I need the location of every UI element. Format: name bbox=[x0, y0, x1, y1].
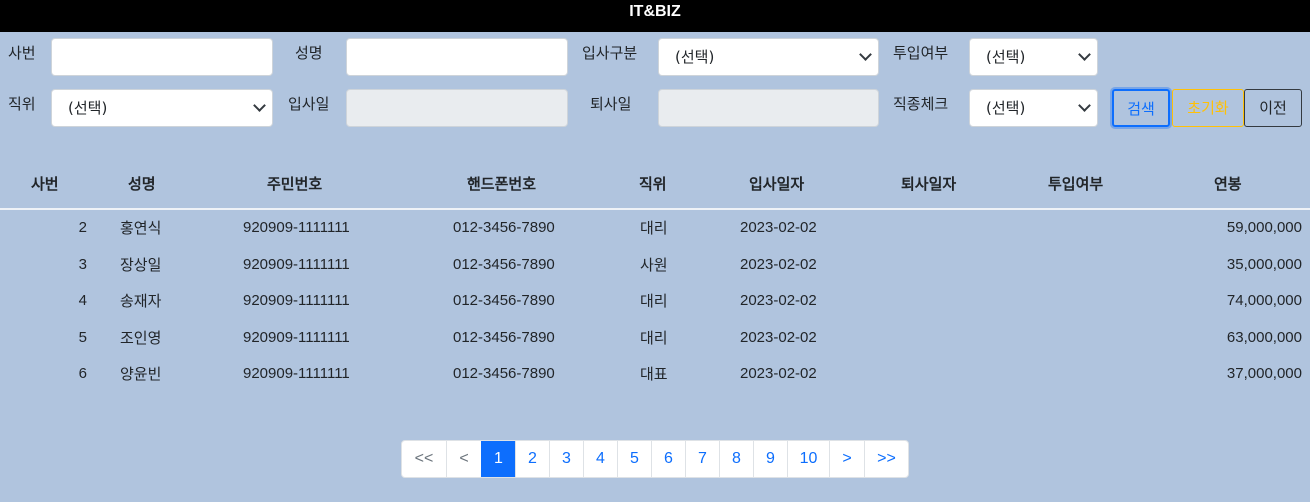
page-10-button[interactable]: 10 bbox=[787, 441, 829, 477]
cell-emp-no: 6 bbox=[78, 365, 87, 383]
job-check-selected: (선택) bbox=[986, 99, 1026, 117]
position-select[interactable]: (선택) bbox=[51, 89, 273, 127]
hire-type-selected: (선택) bbox=[675, 48, 715, 66]
chevron-down-icon bbox=[1078, 99, 1091, 112]
hire-type-label: 입사구분 bbox=[582, 44, 638, 62]
page-4-button[interactable]: 4 bbox=[583, 441, 617, 477]
page-6-button[interactable]: 6 bbox=[651, 441, 685, 477]
cell-position: 사원 bbox=[640, 255, 668, 274]
cell-ssn: 920909-1111111 bbox=[243, 365, 350, 383]
cell-hire-date: 2023-02-02 bbox=[740, 365, 817, 383]
cell-emp-no: 4 bbox=[78, 292, 87, 310]
cell-ssn: 920909-1111111 bbox=[243, 219, 350, 236]
page-1-button[interactable]: 1 bbox=[481, 441, 515, 477]
hire-type-select[interactable]: (선택) bbox=[658, 38, 879, 76]
col-emp-no: 사번 bbox=[31, 175, 59, 193]
cell-name: 홍연식 bbox=[120, 219, 162, 237]
cell-phone: 012-3456-7890 bbox=[453, 255, 555, 273]
table-header: 사번 성명 주민번호 핸드폰번호 직위 입사일자 퇴사일자 투입여부 연봉 bbox=[0, 166, 1310, 210]
cell-phone: 012-3456-7890 bbox=[453, 328, 555, 346]
cell-salary: 74,000,000 bbox=[1226, 292, 1302, 310]
cell-name: 양윤빈 bbox=[120, 365, 162, 384]
cell-ssn: 920909-1111111 bbox=[243, 328, 350, 346]
cell-position: 대표 bbox=[640, 365, 668, 384]
app-title: IT&BIZ bbox=[629, 3, 681, 20]
page-3-button[interactable]: 3 bbox=[549, 441, 583, 477]
table-row: 6 양윤빈 920909-1111111 012-3456-7890 대표 2023-02… bbox=[0, 356, 1310, 392]
emp-no-label: 사번 bbox=[8, 44, 36, 62]
cell-salary: 59,000,000 bbox=[1226, 219, 1302, 236]
chevron-down-icon bbox=[859, 48, 872, 61]
page-2-button[interactable]: 2 bbox=[515, 441, 549, 477]
hire-date-input[interactable] bbox=[346, 89, 568, 127]
cell-phone: 012-3456-7890 bbox=[453, 219, 555, 236]
deploy-label: 투입여부 bbox=[893, 44, 949, 62]
cell-ssn: 920909-1111111 bbox=[243, 292, 350, 310]
page-first-button[interactable]: << bbox=[402, 441, 446, 477]
table-row: 3 장상일 920909-1111111 012-3456-7890 사원 2023-02… bbox=[0, 247, 1310, 283]
col-hire-date: 입사일자 bbox=[749, 175, 805, 193]
page-next-button[interactable]: > bbox=[829, 441, 864, 477]
leave-date-input[interactable] bbox=[658, 89, 879, 127]
cell-ssn: 920909-1111111 bbox=[243, 255, 350, 273]
col-phone: 핸드폰번호 bbox=[467, 175, 537, 193]
hire-date-label: 입사일 bbox=[288, 95, 330, 113]
job-check-label: 직종체크 bbox=[893, 95, 949, 113]
cell-position: 대리 bbox=[640, 292, 668, 311]
name-label: 성명 bbox=[295, 44, 323, 62]
col-ssn: 주민번호 bbox=[267, 175, 323, 193]
cell-phone: 012-3456-7890 bbox=[453, 365, 555, 383]
cell-phone: 012-3456-7890 bbox=[453, 292, 555, 310]
leave-date-label: 퇴사일 bbox=[590, 95, 632, 113]
emp-no-input[interactable] bbox=[51, 38, 273, 76]
page-7-button[interactable]: 7 bbox=[685, 441, 719, 477]
cell-name: 장상일 bbox=[120, 255, 162, 274]
reset-button[interactable]: 초기화 bbox=[1172, 89, 1244, 127]
prev-button[interactable]: 이전 bbox=[1244, 89, 1302, 127]
cell-salary: 35,000,000 bbox=[1226, 255, 1302, 273]
col-position: 직위 bbox=[639, 175, 667, 193]
chevron-down-icon bbox=[253, 99, 266, 112]
cell-position: 대리 bbox=[640, 219, 668, 237]
name-input[interactable] bbox=[346, 38, 568, 76]
position-label: 직위 bbox=[8, 95, 36, 113]
cell-hire-date: 2023-02-02 bbox=[740, 328, 817, 346]
page-9-button[interactable]: 9 bbox=[753, 441, 787, 477]
job-check-select[interactable]: (선택) bbox=[969, 89, 1098, 127]
chevron-down-icon bbox=[1078, 48, 1091, 61]
cell-emp-no: 5 bbox=[78, 328, 87, 346]
search-button[interactable]: 검색 bbox=[1112, 89, 1170, 127]
col-name: 성명 bbox=[128, 175, 156, 193]
cell-hire-date: 2023-02-02 bbox=[740, 219, 817, 236]
col-salary: 연봉 bbox=[1214, 175, 1242, 193]
app-title-bar: IT&BIZ bbox=[0, 0, 1310, 32]
cell-emp-no: 3 bbox=[78, 255, 87, 273]
col-deploy: 투입여부 bbox=[1048, 175, 1104, 193]
cell-salary: 63,000,000 bbox=[1226, 328, 1302, 346]
cell-position: 대리 bbox=[640, 328, 668, 347]
table-row: 5 조인영 920909-1111111 012-3456-7890 대리 2023-02… bbox=[0, 320, 1310, 356]
table-row: 2 홍연식 920909-1111111 012-3456-7890 대리 2023-02… bbox=[0, 210, 1310, 246]
cell-salary: 37,000,000 bbox=[1226, 365, 1302, 383]
page-8-button[interactable]: 8 bbox=[719, 441, 753, 477]
pagination: << <1 2 3 4 5 6 7 8 9 10 > >> bbox=[401, 440, 909, 478]
cell-emp-no: 2 bbox=[78, 219, 87, 236]
cell-hire-date: 2023-02-02 bbox=[740, 255, 817, 273]
page-5-button[interactable]: 5 bbox=[617, 441, 651, 477]
page-last-button[interactable]: >> bbox=[864, 441, 908, 477]
table-row: 4 송재자 920909-1111111 012-3456-7890 대리 2023-02… bbox=[0, 283, 1310, 319]
cell-name: 송재자 bbox=[120, 292, 162, 311]
position-selected: (선택) bbox=[68, 99, 108, 117]
page-prev-button[interactable]: < bbox=[446, 441, 481, 477]
cell-name: 조인영 bbox=[120, 328, 162, 347]
deploy-selected: (선택) bbox=[986, 48, 1026, 66]
deploy-select[interactable]: (선택) bbox=[969, 38, 1098, 76]
col-leave-date: 퇴사일자 bbox=[901, 175, 957, 193]
cell-hire-date: 2023-02-02 bbox=[740, 292, 817, 310]
